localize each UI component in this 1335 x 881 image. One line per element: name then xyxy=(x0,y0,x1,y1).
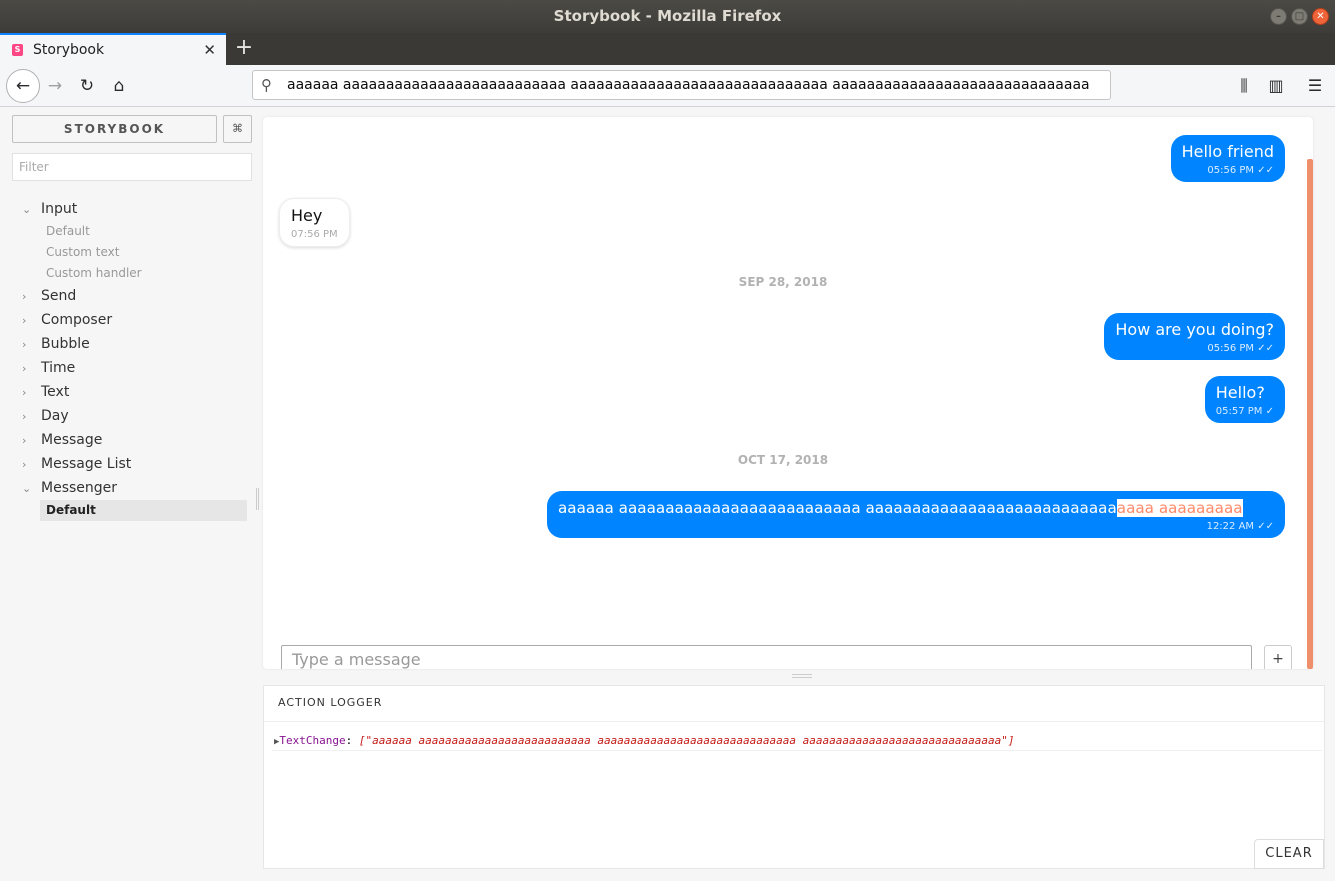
story-input-custom-handler[interactable]: Custom handler xyxy=(22,263,252,284)
storybook-favicon-icon: S xyxy=(12,44,23,56)
story-input-default[interactable]: Default xyxy=(22,221,252,242)
tree-item-bubble[interactable]: › Bubble xyxy=(22,332,252,356)
menu-icon[interactable]: ☰ xyxy=(1300,71,1330,101)
window-titlebar: Storybook - Mozilla Firefox – □ ✕ xyxy=(0,0,1335,33)
home-button[interactable]: ⌂ xyxy=(104,71,134,101)
chevron-right-icon: › xyxy=(22,385,27,399)
tree-item-messenger[interactable]: ⌄ Messenger xyxy=(22,476,252,500)
search-icon: ⚲ xyxy=(261,76,272,94)
chevron-down-icon: ⌄ xyxy=(22,202,32,216)
shortcuts-button[interactable]: ⌘ xyxy=(223,115,252,143)
message-composer-input[interactable]: Type a message xyxy=(281,645,1252,669)
close-window-icon[interactable]: ✕ xyxy=(1312,8,1329,25)
window-title: Storybook - Mozilla Firefox xyxy=(553,7,782,25)
tab-strip: S Storybook ✕ + xyxy=(0,33,1335,65)
read-ticks-icon: ✓✓ xyxy=(1257,521,1274,532)
chevron-right-icon: › xyxy=(22,289,27,303)
message-time: 05:57 PM xyxy=(1215,406,1263,417)
story-messenger-default[interactable]: Default xyxy=(40,500,247,521)
story-preview-frame: Hello friend 05:56 PM ✓✓ Hey 07:56 PM SE… xyxy=(263,117,1313,669)
message-time: 07:56 PM xyxy=(291,229,338,240)
back-button[interactable]: ← xyxy=(6,69,40,103)
message-time: 05:56 PM xyxy=(1207,165,1255,176)
close-tab-icon[interactable]: ✕ xyxy=(203,41,216,59)
storybook-page: STORYBOOK ⌘ Filter ⌄ Input Default Custom… xyxy=(0,107,1335,881)
log-divider xyxy=(272,750,1322,751)
message-bubble-outgoing[interactable]: How are you doing? 05:56 PM ✓✓ xyxy=(1104,313,1285,360)
tab-storybook[interactable]: S Storybook ✕ xyxy=(0,33,226,65)
chevron-right-icon: › xyxy=(22,361,27,375)
chevron-right-icon: › xyxy=(22,457,27,471)
minimize-icon[interactable]: – xyxy=(1270,8,1287,25)
story-tree: ⌄ Input Default Custom text Custom handle… xyxy=(22,197,252,521)
tree-item-send[interactable]: › Send xyxy=(22,284,252,308)
action-logger-panel: ACTION LOGGER ▶TextChange: ["aaaaaa aaaa… xyxy=(263,685,1325,869)
tree-item-day[interactable]: › Day xyxy=(22,404,252,428)
maximize-icon[interactable]: □ xyxy=(1291,8,1308,25)
message-bubble-outgoing-long[interactable]: aaaaaa aaaaaaaaaaaaaaaaaaaaaaaaaa aaaaaa… xyxy=(547,491,1285,538)
message-time: 12:22 AM xyxy=(1206,521,1255,532)
sidebar-resize-handle[interactable] xyxy=(256,488,259,510)
message-bubble-outgoing[interactable]: Hello? 05:57 PM ✓ xyxy=(1204,376,1285,423)
chevron-right-icon: › xyxy=(22,313,27,327)
navigation-toolbar: ← → ↻ ⌂ ⚲ aaaaaa aaaaaaaaaaaaaaaaaaaaaaa… xyxy=(0,65,1335,107)
window-controls: – □ ✕ xyxy=(1270,8,1329,25)
log-action-args: ["aaaaaa aaaaaaaaaaaaaaaaaaaaaaaaaa aaaa… xyxy=(358,734,1015,747)
tree-item-input[interactable]: ⌄ Input xyxy=(22,197,252,221)
chevron-right-icon: › xyxy=(22,433,27,447)
chevron-right-icon: › xyxy=(22,409,27,423)
sent-tick-icon: ✓ xyxy=(1265,406,1274,417)
tree-item-time[interactable]: › Time xyxy=(22,356,252,380)
overflowing-text: aaaa aaaaaaaaa xyxy=(1116,499,1243,517)
day-separator: SEP 28, 2018 xyxy=(738,275,828,289)
new-tab-button[interactable]: + xyxy=(232,35,256,63)
preview-scrollbar[interactable] xyxy=(1307,159,1313,669)
chevron-down-icon: ⌄ xyxy=(22,481,32,495)
panel-resize-handle[interactable] xyxy=(792,674,812,678)
tree-item-message-list[interactable]: › Message List xyxy=(22,452,252,476)
message-bubble-incoming[interactable]: Hey 07:56 PM xyxy=(279,198,350,247)
tree-item-text[interactable]: › Text xyxy=(22,380,252,404)
library-icon[interactable]: ⫼ xyxy=(1229,71,1259,101)
sidebar-toggle-icon[interactable]: ▥ xyxy=(1261,71,1291,101)
log-action-name: TextChange xyxy=(279,734,346,747)
tree-item-composer[interactable]: › Composer xyxy=(22,308,252,332)
read-ticks-icon: ✓✓ xyxy=(1257,343,1274,354)
panel-divider xyxy=(264,721,1324,722)
long-message-text: aaaaaa aaaaaaaaaaaaaaaaaaaaaaaaaa aaaaaa… xyxy=(558,499,1117,517)
message-bubble-outgoing[interactable]: Hello friend 05:56 PM ✓✓ xyxy=(1170,135,1285,182)
clear-button[interactable]: CLEAR xyxy=(1254,839,1324,869)
tab-title: Storybook xyxy=(33,42,105,58)
message-time: 05:56 PM xyxy=(1207,343,1255,354)
storybook-sidebar: STORYBOOK ⌘ Filter ⌄ Input Default Custom… xyxy=(0,107,262,881)
reload-button[interactable]: ↻ xyxy=(72,71,102,101)
day-separator: OCT 17, 2018 xyxy=(737,453,829,467)
filter-input[interactable]: Filter xyxy=(12,153,252,181)
log-entry[interactable]: ▶TextChange: ["aaaaaa aaaaaaaaaaaaaaaaaa… xyxy=(274,734,1015,747)
tree-item-message[interactable]: › Message xyxy=(22,428,252,452)
story-input-custom-text[interactable]: Custom text xyxy=(22,242,252,263)
address-text[interactable]: aaaaaa aaaaaaaaaaaaaaaaaaaaaaaaaa aaaaaa… xyxy=(287,77,1090,93)
add-attachment-button[interactable]: + xyxy=(1264,645,1292,669)
address-bar[interactable]: ⚲ aaaaaa aaaaaaaaaaaaaaaaaaaaaaaaaa aaaa… xyxy=(252,70,1111,100)
read-ticks-icon: ✓✓ xyxy=(1257,165,1274,176)
forward-button[interactable]: → xyxy=(40,71,70,101)
chevron-right-icon: › xyxy=(22,337,27,351)
storybook-brand-button[interactable]: STORYBOOK xyxy=(12,115,217,143)
panel-tab-action-logger[interactable]: ACTION LOGGER xyxy=(278,696,382,709)
